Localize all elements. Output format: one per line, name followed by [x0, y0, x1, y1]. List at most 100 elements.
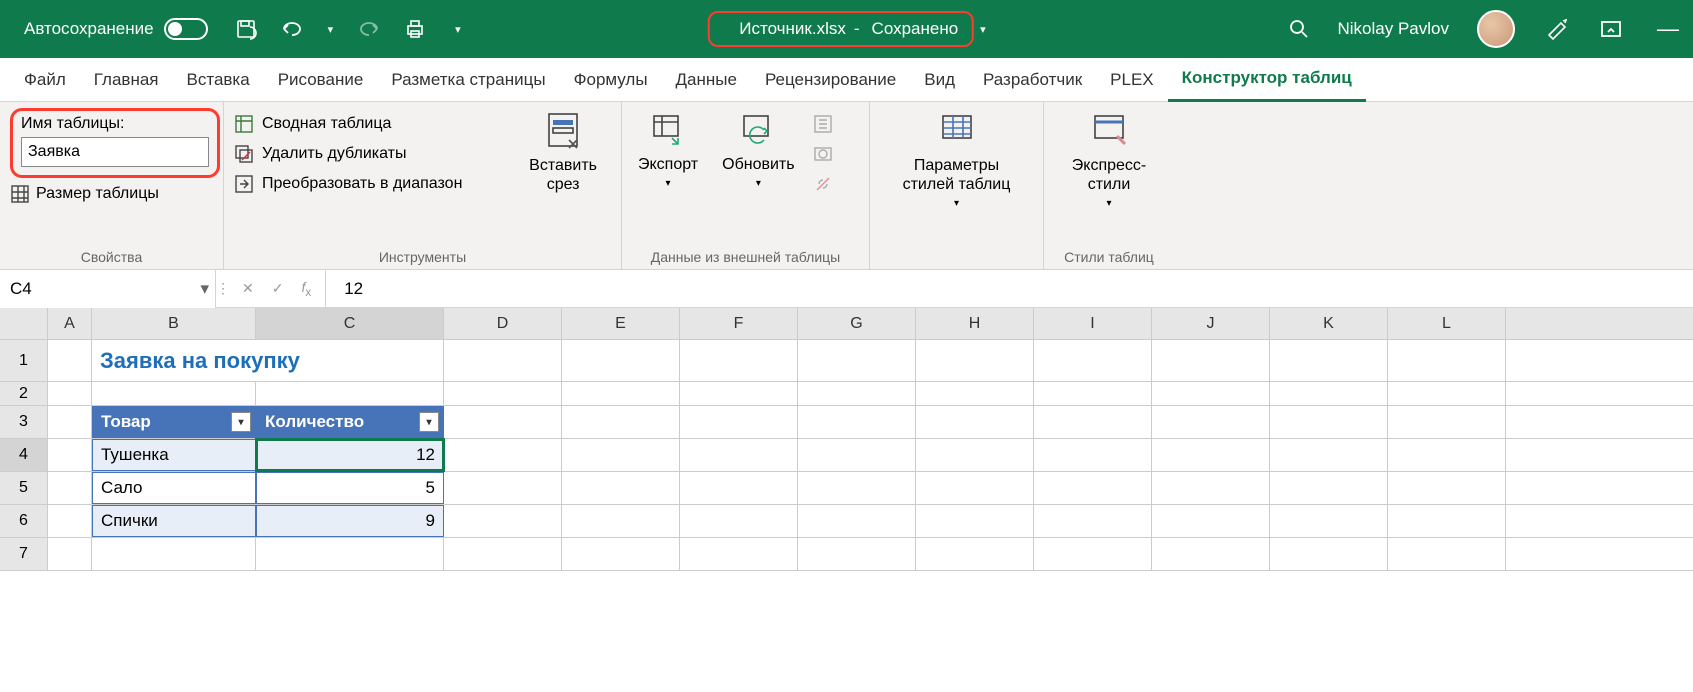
filter-icon[interactable]: ▾	[231, 412, 251, 432]
cell-C5[interactable]: 5	[256, 472, 444, 504]
cell-H3[interactable]	[916, 406, 1034, 438]
cell-B4[interactable]: Тушенка	[92, 439, 256, 471]
cell-G4[interactable]	[798, 439, 916, 471]
cell-J7[interactable]	[1152, 538, 1270, 570]
cell-A5[interactable]	[48, 472, 92, 504]
cell-E3[interactable]	[562, 406, 680, 438]
cell-F3[interactable]	[680, 406, 798, 438]
row-header-6[interactable]: 6	[0, 505, 48, 537]
saved-dropdown-icon[interactable]: ▾	[980, 23, 986, 36]
col-F[interactable]: F	[680, 308, 798, 339]
cell-F6[interactable]	[680, 505, 798, 537]
tab-table-design[interactable]: Конструктор таблиц	[1168, 58, 1366, 102]
autosave-toggle[interactable]	[164, 18, 208, 40]
tablename-input[interactable]	[21, 137, 209, 167]
cell-L4[interactable]	[1388, 439, 1506, 471]
properties-icon[interactable]	[813, 114, 833, 134]
cell-E6[interactable]	[562, 505, 680, 537]
col-L[interactable]: L	[1388, 308, 1506, 339]
open-browser-icon[interactable]	[813, 144, 833, 164]
tab-developer[interactable]: Разработчик	[969, 58, 1096, 102]
col-E[interactable]: E	[562, 308, 680, 339]
cell-E2[interactable]	[562, 382, 680, 405]
row-header-7[interactable]: 7	[0, 538, 48, 570]
table-header-name[interactable]: Товар ▾	[92, 406, 256, 438]
cell-H1[interactable]	[916, 340, 1034, 381]
col-I[interactable]: I	[1034, 308, 1152, 339]
cell-D2[interactable]	[444, 382, 562, 405]
cell-K3[interactable]	[1270, 406, 1388, 438]
cell-G7[interactable]	[798, 538, 916, 570]
cell-H6[interactable]	[916, 505, 1034, 537]
cell-A6[interactable]	[48, 505, 92, 537]
tab-draw[interactable]: Рисование	[264, 58, 378, 102]
col-A[interactable]: A	[48, 308, 92, 339]
user-avatar[interactable]	[1477, 10, 1515, 48]
cell-C6[interactable]: 9	[256, 505, 444, 537]
cell-B5[interactable]: Сало	[92, 472, 256, 504]
cell-A4[interactable]	[48, 439, 92, 471]
cell-B6[interactable]: Спички	[92, 505, 256, 537]
cell-C2[interactable]	[256, 382, 444, 405]
quick-styles-dropdown-icon[interactable]: ▾	[1106, 198, 1111, 209]
cell-F5[interactable]	[680, 472, 798, 504]
tab-file[interactable]: Файл	[10, 58, 80, 102]
cell-B7[interactable]	[92, 538, 256, 570]
formula-input[interactable]: 12	[326, 279, 1693, 299]
cell-L6[interactable]	[1388, 505, 1506, 537]
cell-I6[interactable]	[1034, 505, 1152, 537]
cell-C7[interactable]	[256, 538, 444, 570]
cell-K1[interactable]	[1270, 340, 1388, 381]
cell-L2[interactable]	[1388, 382, 1506, 405]
cell-I1[interactable]	[1034, 340, 1152, 381]
undo-icon[interactable]	[280, 15, 308, 43]
name-box-dropdown-icon[interactable]: ▾	[200, 279, 209, 299]
cell-K4[interactable]	[1270, 439, 1388, 471]
cell-D7[interactable]	[444, 538, 562, 570]
cell-J4[interactable]	[1152, 439, 1270, 471]
cell-A1[interactable]	[48, 340, 92, 381]
cell-F4[interactable]	[680, 439, 798, 471]
cell-F2[interactable]	[680, 382, 798, 405]
cell-G6[interactable]	[798, 505, 916, 537]
formula-bar-resize[interactable]: ⋮	[216, 280, 228, 297]
col-C[interactable]: C	[256, 308, 444, 339]
row-header-3[interactable]: 3	[0, 406, 48, 438]
cell-H4[interactable]	[916, 439, 1034, 471]
print-preview-icon[interactable]	[401, 15, 429, 43]
cell-K7[interactable]	[1270, 538, 1388, 570]
fx-icon[interactable]: fx	[301, 279, 311, 299]
tab-home[interactable]: Главная	[80, 58, 173, 102]
cell-H5[interactable]	[916, 472, 1034, 504]
cell-L7[interactable]	[1388, 538, 1506, 570]
col-H[interactable]: H	[916, 308, 1034, 339]
tab-formulas[interactable]: Формулы	[560, 58, 662, 102]
cell-G3[interactable]	[798, 406, 916, 438]
refresh-dropdown-icon[interactable]: ▾	[756, 178, 761, 189]
filter-icon[interactable]: ▾	[419, 412, 439, 432]
cell-E7[interactable]	[562, 538, 680, 570]
cell-I3[interactable]	[1034, 406, 1152, 438]
cell-J3[interactable]	[1152, 406, 1270, 438]
cell-D6[interactable]	[444, 505, 562, 537]
cell-J1[interactable]	[1152, 340, 1270, 381]
col-J[interactable]: J	[1152, 308, 1270, 339]
search-icon[interactable]	[1288, 18, 1310, 40]
cell-D1[interactable]	[444, 340, 562, 381]
cell-E5[interactable]	[562, 472, 680, 504]
cell-I4[interactable]	[1034, 439, 1152, 471]
cell-F7[interactable]	[680, 538, 798, 570]
pivot-button[interactable]: Сводная таблица	[234, 112, 462, 136]
cell-J2[interactable]	[1152, 382, 1270, 405]
table-header-qty[interactable]: Количество ▾	[256, 406, 444, 438]
cell-K2[interactable]	[1270, 382, 1388, 405]
cell-G2[interactable]	[798, 382, 916, 405]
cell-A2[interactable]	[48, 382, 92, 405]
style-options-button[interactable]: Параметрыстилей таблиц ▾	[897, 108, 1017, 209]
col-B[interactable]: B	[92, 308, 256, 339]
cell-B1[interactable]: Заявка на покупку	[92, 340, 444, 381]
row-header-4[interactable]: 4	[0, 439, 48, 471]
convert-range-button[interactable]: Преобразовать в диапазон	[234, 172, 462, 196]
tab-plex[interactable]: PLEX	[1096, 58, 1167, 102]
cell-H7[interactable]	[916, 538, 1034, 570]
